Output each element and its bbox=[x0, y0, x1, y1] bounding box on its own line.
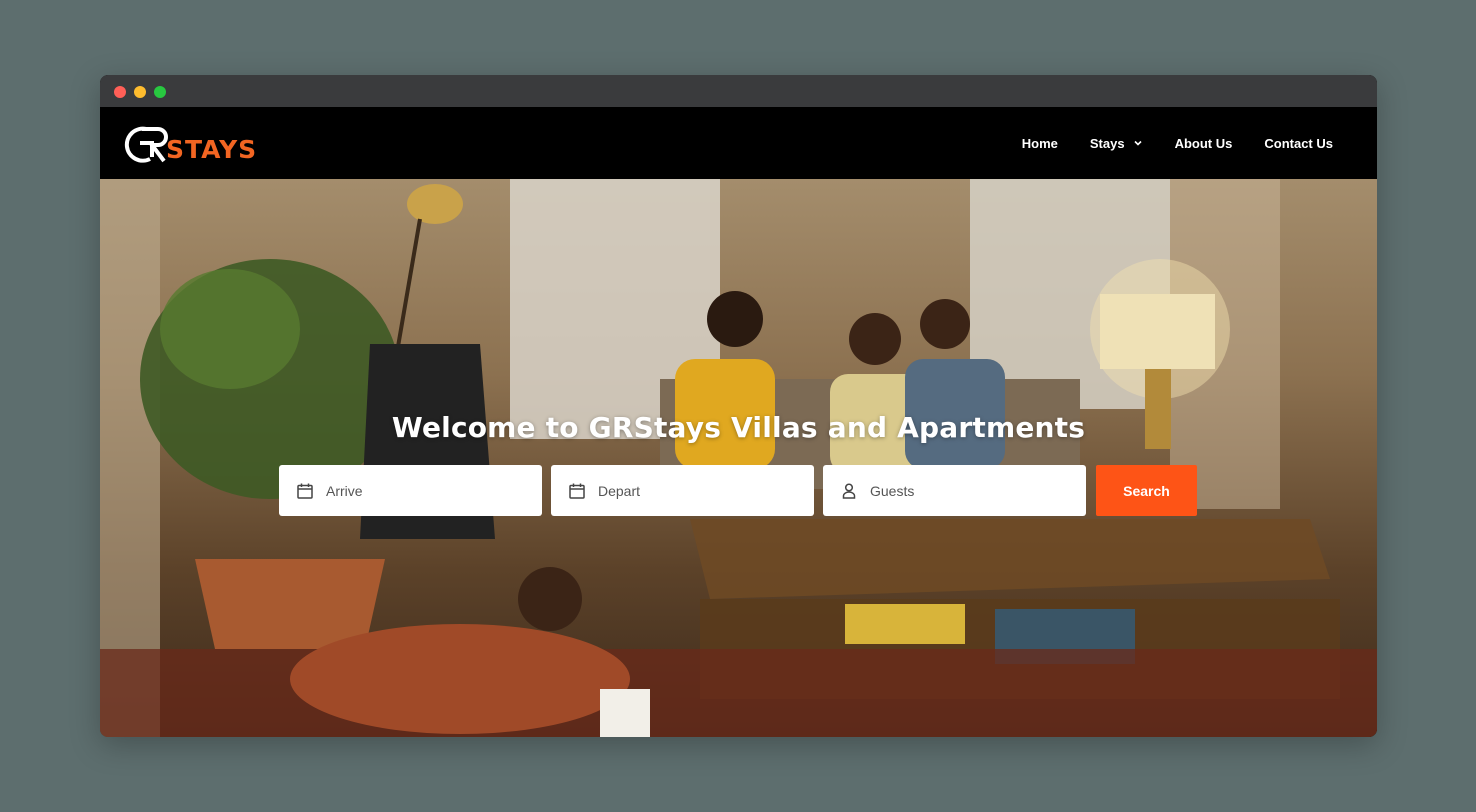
depart-input[interactable] bbox=[598, 482, 798, 499]
nav-contact-us[interactable]: Contact Us bbox=[1264, 136, 1333, 151]
site-header: STAYS Home Stays About Us Contact Us bbox=[100, 107, 1377, 179]
nav-home[interactable]: Home bbox=[1022, 136, 1058, 151]
main-nav: Home Stays About Us Contact Us bbox=[1022, 107, 1333, 179]
nav-stays-label: Stays bbox=[1089, 135, 1125, 151]
depart-field[interactable] bbox=[551, 465, 814, 516]
minimize-window-button[interactable] bbox=[134, 86, 146, 98]
nav-stays[interactable]: Stays bbox=[1090, 136, 1143, 151]
arrive-field[interactable] bbox=[279, 465, 542, 516]
chevron-down-icon bbox=[1134, 140, 1142, 146]
search-button[interactable]: Search bbox=[1096, 465, 1197, 516]
calendar-icon bbox=[296, 482, 314, 500]
close-window-button[interactable] bbox=[114, 86, 126, 98]
hero-title: Welcome to GRStays Villas and Apartments bbox=[391, 411, 1086, 444]
logo-wordmark: STAYS bbox=[166, 135, 258, 164]
gr-logo-mark-icon bbox=[124, 126, 168, 163]
nav-contact-label: Contact Us bbox=[1264, 135, 1333, 151]
site-logo[interactable]: STAYS bbox=[122, 123, 262, 167]
user-icon bbox=[840, 482, 858, 500]
maximize-window-button[interactable] bbox=[154, 86, 166, 98]
hero-background-image bbox=[100, 179, 1377, 737]
guests-input[interactable] bbox=[870, 482, 1070, 499]
nav-home-label: Home bbox=[1021, 135, 1058, 151]
window-titlebar bbox=[100, 75, 1377, 107]
nav-about-us[interactable]: About Us bbox=[1175, 136, 1233, 151]
browser-window: STAYS Home Stays About Us Contact Us Wel… bbox=[100, 75, 1377, 737]
nav-about-label: About Us bbox=[1174, 135, 1233, 151]
arrive-input[interactable] bbox=[326, 482, 526, 499]
guests-field[interactable] bbox=[823, 465, 1086, 516]
calendar-icon bbox=[568, 482, 586, 500]
hero-section: Welcome to GRStays Villas and Apartments bbox=[100, 179, 1377, 737]
